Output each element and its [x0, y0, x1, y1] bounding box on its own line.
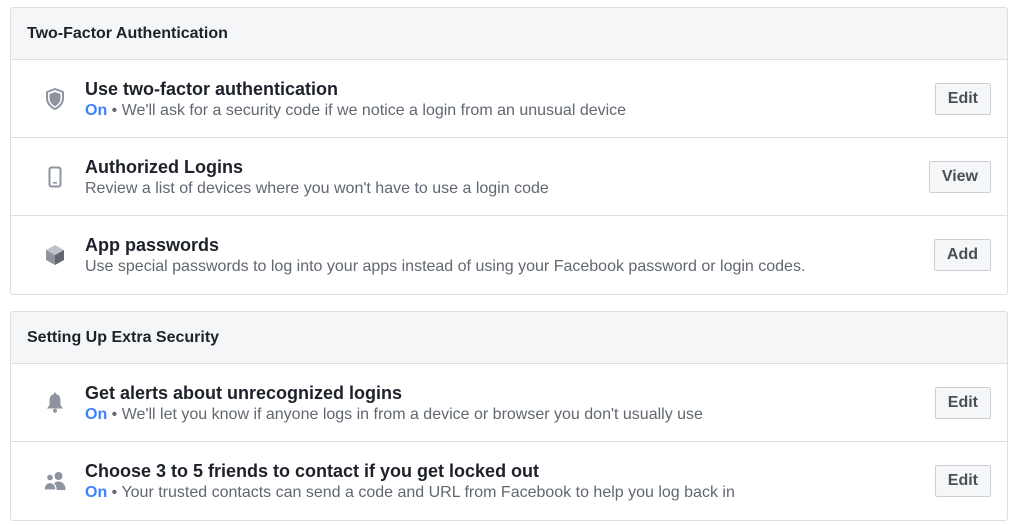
row-description-text: Your trusted contacts can send a code an… [121, 484, 735, 501]
row-description: Use special passwords to log into your a… [85, 258, 806, 275]
edit-two-factor-button[interactable]: Edit [934, 83, 991, 115]
row-description: Review a list of devices where you won't… [85, 180, 549, 197]
row-title: Use two-factor authentication [85, 79, 339, 99]
status-on-label: On [85, 102, 108, 119]
add-app-password-button[interactable]: Add [933, 239, 991, 271]
edit-trusted-contacts-button[interactable]: Edit [934, 465, 991, 497]
view-authorized-logins-button[interactable]: View [928, 161, 991, 193]
edit-login-alerts-button[interactable]: Edit [934, 387, 991, 419]
separator-dot: • [111, 406, 118, 423]
bell-icon [43, 391, 67, 415]
phone-icon [43, 165, 67, 189]
row-description-text: We'll let you know if anyone logs in fro… [121, 406, 703, 423]
separator-dot: • [111, 102, 118, 119]
row-two-factor-auth: Use two-factor authentication On • We'll… [11, 60, 1007, 138]
row-app-passwords: App passwords Use special passwords to l… [11, 216, 1007, 294]
row-login-alerts: Get alerts about unrecognized logins On … [11, 364, 1007, 442]
row-title: App passwords [85, 235, 220, 255]
row-title: Authorized Logins [85, 157, 243, 177]
separator-dot: • [111, 484, 118, 501]
extra-security-panel: Setting Up Extra Security Get alerts abo… [10, 311, 1008, 521]
cube-icon [43, 243, 67, 267]
row-authorized-logins: Authorized Logins Review a list of devic… [11, 138, 1007, 216]
row-description: On • Your trusted contacts can send a co… [85, 482, 867, 504]
row-description: On • We'll ask for a security code if we… [85, 100, 867, 122]
row-trusted-contacts: Choose 3 to 5 friends to contact if you … [11, 442, 1007, 520]
row-title: Choose 3 to 5 friends to contact if you … [85, 461, 540, 481]
two-factor-panel: Two-Factor Authentication Use two-factor… [10, 7, 1008, 295]
panel-header: Setting Up Extra Security [11, 312, 1007, 364]
shield-icon [43, 87, 67, 111]
status-on-label: On [85, 406, 108, 423]
row-title: Get alerts about unrecognized logins [85, 383, 403, 403]
row-description: On • We'll let you know if anyone logs i… [85, 404, 867, 426]
status-on-label: On [85, 484, 108, 501]
friends-icon [43, 469, 67, 493]
row-description-text: We'll ask for a security code if we noti… [121, 102, 627, 119]
panel-header: Two-Factor Authentication [11, 8, 1007, 60]
